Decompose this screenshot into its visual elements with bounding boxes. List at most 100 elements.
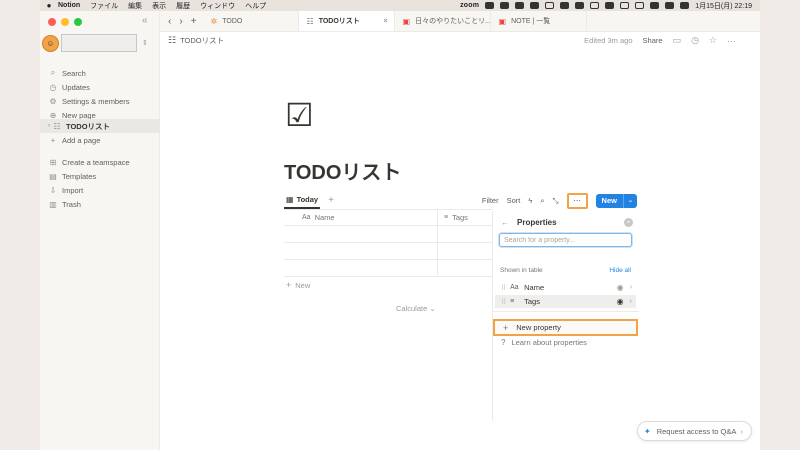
status-icon[interactable] [545, 2, 555, 9]
page-checklist-icon[interactable]: ☑ [285, 99, 314, 131]
sidebar-item-import[interactable]: ⇩ Import [40, 183, 160, 197]
forward-arrow-icon[interactable]: › [179, 16, 182, 27]
status-icon[interactable] [575, 2, 585, 9]
menu-help[interactable]: ヘルプ [245, 1, 266, 11]
menu-view[interactable]: 表示 [152, 1, 166, 11]
status-icon[interactable] [530, 2, 540, 9]
chevron-right-icon[interactable]: › [48, 123, 50, 129]
column-header-name[interactable]: Aa Name [284, 210, 438, 225]
zoom-status-icon[interactable]: zoom [460, 2, 479, 9]
eye-icon[interactable]: ◉ [617, 283, 624, 292]
menu-app-name[interactable]: Notion [58, 2, 80, 9]
star-icon[interactable]: ☆ [709, 35, 717, 46]
history-clock-icon[interactable]: ◷ [691, 35, 699, 46]
calculate-button[interactable]: Calculate ⌄ [396, 304, 436, 313]
table-row[interactable] [284, 226, 492, 243]
minimize-window-button[interactable] [61, 18, 69, 26]
hide-all-button[interactable]: Hide all [609, 267, 631, 274]
status-icon[interactable] [590, 2, 600, 9]
learn-about-properties-link[interactable]: ? Learn about properties [501, 338, 587, 347]
sidebar-item-trash[interactable]: ▥ Trash [40, 197, 160, 211]
close-icon[interactable]: × [624, 218, 633, 227]
battery-icon[interactable] [635, 2, 645, 9]
sidebar-item-label: Updates [62, 82, 90, 92]
table-cell[interactable] [284, 226, 438, 242]
breadcrumb[interactable]: ☷ TODOリスト [168, 35, 224, 46]
sidebar-bottom-nav: ⊞ Create a teamspace ▤ Templates ⇩ Impor… [40, 155, 160, 211]
status-icon[interactable] [560, 2, 570, 9]
breadcrumb-label: TODOリスト [180, 36, 225, 45]
view-more-options-button[interactable]: ··· [566, 192, 588, 209]
column-label: Tags [452, 213, 468, 222]
table-cell[interactable] [284, 260, 438, 276]
comment-icon[interactable]: ▭ [673, 35, 682, 46]
more-horizontal-icon[interactable]: ··· [727, 36, 736, 46]
close-window-button[interactable] [48, 18, 56, 26]
table-row[interactable] [284, 260, 492, 277]
tab-label: 日々のやりたいことリ... [415, 18, 491, 25]
automation-bolt-icon[interactable]: ϟ [528, 196, 532, 205]
status-icon[interactable] [500, 2, 510, 9]
chevron-right-icon: › [740, 426, 744, 436]
database-table: Aa Name ≡ Tags + New [284, 209, 492, 293]
share-button[interactable]: Share [643, 36, 663, 45]
resize-arrow-icon[interactable]: ⤡ [553, 196, 559, 206]
sort-button[interactable]: Sort [507, 196, 521, 205]
sidebar-item-create-teamspace[interactable]: ⊞ Create a teamspace [40, 155, 160, 169]
filter-button[interactable]: Filter [482, 196, 499, 205]
column-header-tags[interactable]: ≡ Tags [438, 210, 468, 225]
property-row-tags[interactable]: ⠿ ≡ Tags ◉ › [495, 295, 636, 308]
chevron-down-icon[interactable]: ⌄ [622, 193, 637, 208]
new-property-button[interactable]: + New property [493, 319, 638, 336]
tab-todo[interactable]: ✲ TODO [203, 11, 299, 31]
status-icon[interactable] [485, 2, 495, 9]
add-view-plus-icon[interactable]: + [328, 195, 334, 206]
tab-note-list[interactable]: ▣ NOTE | 一覧 [491, 11, 587, 31]
tab-daily-wishlist[interactable]: ▣ 日々のやりたいことリ... [395, 11, 491, 31]
chevron-right-icon[interactable]: › [630, 298, 632, 305]
sidebar-item-templates[interactable]: ▤ Templates [40, 169, 160, 183]
back-arrow-icon[interactable]: ← [501, 218, 509, 227]
list-property-icon: ≡ [510, 298, 515, 305]
sidebar-page-todo-list[interactable]: › ☷ TODOリスト [40, 119, 160, 133]
menu-history[interactable]: 履歴 [176, 1, 190, 11]
table-cell[interactable] [284, 243, 438, 259]
tab-todo-list[interactable]: ☷ TODOリスト × [298, 11, 395, 31]
close-tab-icon[interactable]: × [383, 18, 387, 25]
section-label: Shown in table [500, 267, 543, 274]
request-qa-access-button[interactable]: ✦ Request access to Q&A › [637, 421, 752, 441]
menu-edit[interactable]: 編集 [128, 1, 142, 11]
status-icon[interactable] [605, 2, 615, 9]
sidebar-item-settings[interactable]: ⚙ Settings & members [40, 94, 160, 108]
chevron-right-icon[interactable]: › [630, 284, 632, 291]
table-row[interactable] [284, 243, 492, 260]
property-row-name[interactable]: ⠿ Aa Name ◉ › [495, 281, 636, 294]
eye-icon[interactable]: ◉ [617, 297, 624, 306]
sidebar-add-page[interactable]: + Add a page [40, 133, 160, 147]
menu-window[interactable]: ウィンドウ [200, 1, 235, 11]
view-tab-today[interactable]: ▦ Today [284, 192, 321, 209]
sidebar-item-updates[interactable]: ◷ Updates [40, 80, 160, 94]
property-search-input[interactable] [499, 233, 632, 247]
status-icon[interactable] [515, 2, 525, 9]
new-tab-plus-icon[interactable]: + [191, 16, 197, 27]
zoom-window-button[interactable] [74, 18, 82, 26]
collapse-sidebar-icon[interactable]: « [142, 15, 148, 26]
search-icon[interactable]: ⌕ [540, 196, 544, 206]
input-source-icon[interactable] [620, 2, 630, 9]
drag-handle-icon[interactable]: ⠿ [501, 298, 506, 306]
add-row-button[interactable]: + New [284, 277, 492, 293]
page-title[interactable]: TODOリスト [284, 156, 401, 185]
back-arrow-icon[interactable]: ‹ [168, 16, 171, 27]
menu-file[interactable]: ファイル [90, 1, 118, 11]
menubar-clock[interactable]: 1月15日(月) 22:19 [695, 1, 752, 11]
search-icon[interactable] [665, 2, 675, 9]
sidebar-item-search[interactable]: ⌕ Search [40, 66, 160, 80]
new-entry-button[interactable]: New ⌄ [595, 193, 637, 208]
control-center-icon[interactable] [680, 2, 690, 9]
wifi-icon[interactable] [650, 2, 660, 9]
apple-icon[interactable]: ● [40, 1, 58, 10]
workspace-switcher[interactable]: ☺ ⇕ [42, 34, 148, 52]
drag-handle-icon[interactable]: ⠿ [501, 284, 506, 292]
sidebar-item-label: Trash [62, 199, 81, 209]
